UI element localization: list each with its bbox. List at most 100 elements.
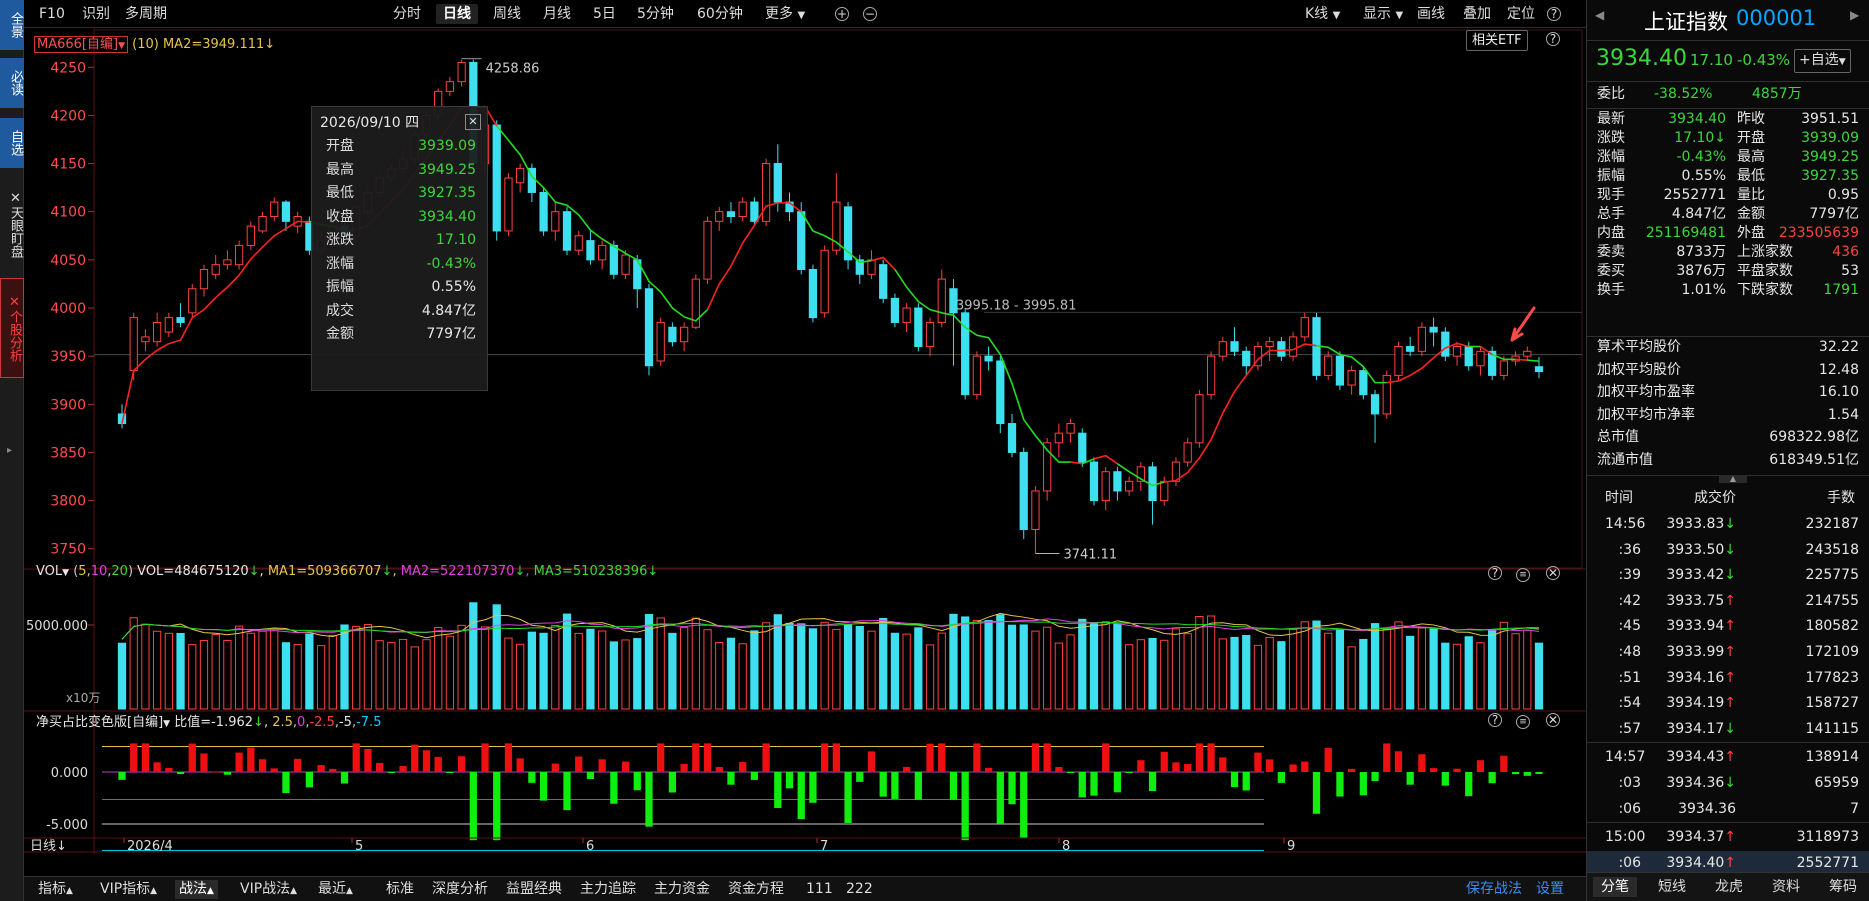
tab-standard[interactable]: 标准	[382, 880, 418, 899]
recognize-button[interactable]: 识别	[79, 4, 113, 24]
tab-daily[interactable]: 日线	[436, 4, 478, 24]
candle-body	[1007, 423, 1017, 453]
volume-bar	[633, 638, 642, 710]
tab-5day[interactable]: 5日	[590, 4, 619, 24]
zoom-out-icon[interactable]: −	[860, 4, 880, 24]
kline-chart[interactable]: 4250 4200 4150 4100 4050 4000 3950 3900 3850 3800…	[24, 28, 1586, 854]
recent-menu[interactable]: 最近▲	[314, 880, 357, 899]
volume-bar	[1113, 623, 1122, 710]
next-arrow-icon[interactable]: ▶	[1850, 8, 1859, 22]
tab-intraday[interactable]: 分时	[390, 4, 424, 24]
locate-button[interactable]: 定位	[1504, 4, 1538, 24]
volume-bar	[1206, 615, 1216, 710]
kline-chart-svg[interactable]: 4250 4200 4150 4100 4050 4000 3950 3900 3850 3800…	[24, 28, 1586, 854]
save-strategy-link[interactable]: 保存战法	[1462, 880, 1526, 899]
tab-60min[interactable]: 60分钟	[694, 4, 746, 24]
settings-link[interactable]: 设置	[1532, 880, 1568, 899]
volume-bar	[527, 631, 537, 710]
volume-bar	[480, 626, 490, 710]
left-tab-stock-analysis[interactable]: ✕个股分析	[0, 278, 24, 378]
tab-main-tracking[interactable]: 主力追踪	[576, 880, 640, 899]
tab-deep-analysis[interactable]: 深度分析	[428, 880, 492, 899]
close-icon[interactable]: ✕	[8, 191, 23, 206]
multi-period-button[interactable]: 多周期	[122, 4, 170, 24]
candle-body	[773, 163, 782, 203]
more-dropdown[interactable]: 更多 ▼	[762, 4, 808, 24]
related-etf-button[interactable]: 相关ETF	[1466, 30, 1528, 51]
net-buy-bar	[1008, 772, 1016, 805]
tab-main-funds[interactable]: 主力资金	[650, 880, 714, 899]
quote-tab[interactable]: 资料	[1764, 877, 1808, 897]
zoom-in-icon[interactable]: +	[832, 4, 852, 24]
close-icon[interactable]: ✕	[7, 295, 22, 310]
net-axis-label: -5.000	[46, 818, 88, 833]
net-buy-bar	[223, 772, 232, 775]
indicator-select[interactable]: MA666[自编]▼	[34, 36, 128, 53]
tab-yimeng-classic[interactable]: 益盟经典	[502, 880, 566, 899]
net-buy-bar	[457, 756, 466, 772]
tab-222[interactable]: 222	[842, 880, 877, 899]
left-tab-watchlist[interactable]: 自选	[0, 118, 24, 168]
volume-bar	[1019, 624, 1028, 710]
net-buy-bar	[926, 743, 934, 772]
strategy-menu[interactable]: 战法▲	[175, 880, 218, 899]
left-tab-tianyan[interactable]: ✕天眼盯盘	[0, 176, 24, 272]
help-icon[interactable]: ?	[1488, 566, 1502, 581]
tick-time: :51	[1618, 669, 1641, 686]
price-axis-label: 4200	[50, 108, 86, 124]
vol-indicator-select[interactable]: VOL▼	[36, 564, 69, 579]
tick-price: 3934.19↑	[1666, 695, 1736, 712]
price-axis-label: 3850	[50, 445, 86, 461]
net-buy-indicator-select[interactable]: 净买占比变色版[自编]▼	[36, 715, 170, 730]
tab-111[interactable]: 111	[802, 880, 837, 899]
net-buy-bar	[1043, 743, 1051, 772]
collapse-arrow-icon[interactable]: ▸	[7, 445, 12, 456]
stat-label: 委买	[1597, 263, 1625, 279]
kline-dropdown[interactable]: K线 ▼	[1302, 4, 1343, 24]
volume-bar	[445, 635, 455, 710]
stat-label: 量比	[1737, 187, 1765, 203]
net-buy-bar	[141, 743, 150, 772]
stat-label: 上涨家数	[1737, 244, 1793, 260]
index-name: 上证指数	[1644, 10, 1728, 34]
f10-button[interactable]: F10	[36, 4, 68, 24]
weibi-label: 委比	[1597, 86, 1625, 102]
left-tab-must-read[interactable]: 必读	[0, 58, 24, 108]
left-tab-overview[interactable]: 全景	[0, 0, 24, 50]
close-icon[interactable]: ✕	[465, 114, 481, 130]
help-icon[interactable]: ?	[1544, 4, 1564, 24]
vip-indicator-menu[interactable]: VIP指标▲	[96, 880, 161, 899]
volume-bar	[961, 616, 970, 710]
net-buy-bar	[1336, 772, 1344, 797]
quote-tab[interactable]: 龙虎	[1707, 877, 1751, 897]
candle-body	[1347, 370, 1356, 386]
overlay-button[interactable]: 叠加	[1460, 4, 1494, 24]
tab-5min[interactable]: 5分钟	[634, 4, 677, 24]
help-icon[interactable]: ?	[1546, 32, 1560, 47]
help-icon[interactable]: ?	[1488, 713, 1502, 728]
indicator-menu[interactable]: 指标▲	[34, 880, 77, 899]
candle-body	[1476, 350, 1485, 367]
settings-icon[interactable]: ≡	[1516, 713, 1530, 729]
close-icon[interactable]: ✕	[1546, 713, 1560, 728]
net-buy-bar	[258, 759, 267, 772]
candle-body	[199, 268, 209, 290]
volume-bar	[972, 619, 982, 710]
net-buy-bar	[575, 756, 583, 772]
collapse-arrow-icon[interactable]: ▲	[1719, 475, 1747, 483]
add-watchlist-button[interactable]: +自选▼	[1794, 49, 1851, 73]
net-buy-bar	[586, 772, 595, 780]
close-icon[interactable]: ✕	[1546, 566, 1560, 581]
vip-strategy-menu[interactable]: VIP战法▲	[236, 880, 301, 899]
tab-weekly[interactable]: 周线	[490, 4, 524, 24]
tab-monthly[interactable]: 月线	[540, 4, 574, 24]
tab-fund-equation[interactable]: 资金方程	[724, 880, 788, 899]
volume-bar	[879, 617, 888, 710]
settings-icon[interactable]: ≡	[1516, 566, 1530, 582]
quote-tab[interactable]: 短线	[1650, 877, 1694, 897]
draw-line-button[interactable]: 画线	[1414, 4, 1448, 24]
prev-arrow-icon[interactable]: ◀	[1595, 8, 1604, 22]
quote-tab[interactable]: 筹码	[1821, 877, 1865, 897]
quote-tab[interactable]: 分笔	[1593, 877, 1637, 897]
display-dropdown[interactable]: 显示 ▼	[1360, 4, 1406, 24]
